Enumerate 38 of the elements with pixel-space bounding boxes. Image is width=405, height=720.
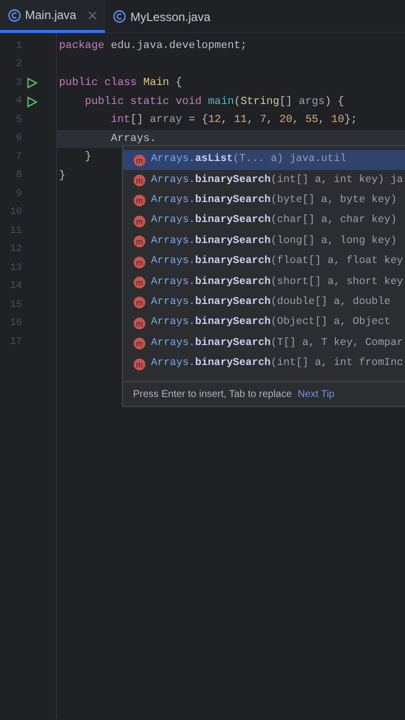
code-line: package edu.java.development; — [59, 39, 247, 54]
code-line: int[] array = {12, 11, 7, 20, 55, 10}; — [110, 113, 358, 128]
completion-item[interactable]: m Arrays.binarySearch(char[] a, char key) — [123, 211, 405, 232]
completion-item[interactable]: m Arrays.binarySearch(byte[] a, byte key) — [123, 190, 405, 212]
next-tip-link[interactable]: Next Tip — [298, 386, 334, 402]
class-icon — [8, 8, 21, 22]
completion-item[interactable]: m Arrays.binarySearch(double[] a, double — [123, 292, 405, 314]
method-icon: m — [133, 296, 146, 310]
code-line: public class Main { — [59, 76, 182, 92]
file-tab[interactable]: MyLesson.java — [105, 0, 218, 33]
method-icon: m — [133, 214, 146, 228]
method-icon: m — [133, 194, 146, 208]
code-line: public static void main(String[] args) { — [84, 94, 344, 110]
code-line: } — [59, 168, 66, 184]
class-icon — [113, 10, 126, 23]
method-icon: m — [133, 358, 146, 371]
method-icon: m — [133, 337, 146, 350]
hint-text: Press Enter to insert, Tab to replace — [133, 388, 292, 402]
completion-item[interactable]: m Arrays.binarySearch(int[] a, int fromInc — [123, 354, 405, 374]
method-icon: m — [133, 235, 146, 248]
run-icon[interactable] — [26, 77, 38, 90]
run-icon[interactable] — [26, 96, 38, 108]
method-icon: m — [133, 276, 146, 290]
file-tab[interactable]: Main.java — [0, 0, 106, 33]
completion-item[interactable]: m Arrays.asList(T... a) java.util — [123, 150, 405, 170]
completion-item[interactable]: m Arrays.binarySearch(float[] a, float key — [123, 252, 405, 272]
completion-item[interactable]: m Arrays.binarySearch(Object[] a, Object — [123, 313, 405, 334]
completion-item[interactable]: m Arrays.binarySearch(int[] a, int key) ja — [123, 170, 405, 191]
code-line: Arrays. — [110, 132, 156, 147]
method-icon: m — [133, 154, 146, 167]
method-icon: m — [133, 316, 146, 330]
code-line: } — [84, 150, 92, 166]
close-icon[interactable] — [88, 10, 98, 20]
completion-item[interactable]: m Arrays.binarySearch(long[] a, long key) — [123, 232, 405, 252]
completion-item[interactable]: m Arrays.binarySearch(short[] a, short key — [123, 272, 405, 293]
method-icon: m — [133, 256, 146, 269]
method-icon: m — [133, 174, 146, 188]
completion-item[interactable]: m Arrays.binarySearch(T[] a, T key, Compar — [123, 334, 405, 354]
